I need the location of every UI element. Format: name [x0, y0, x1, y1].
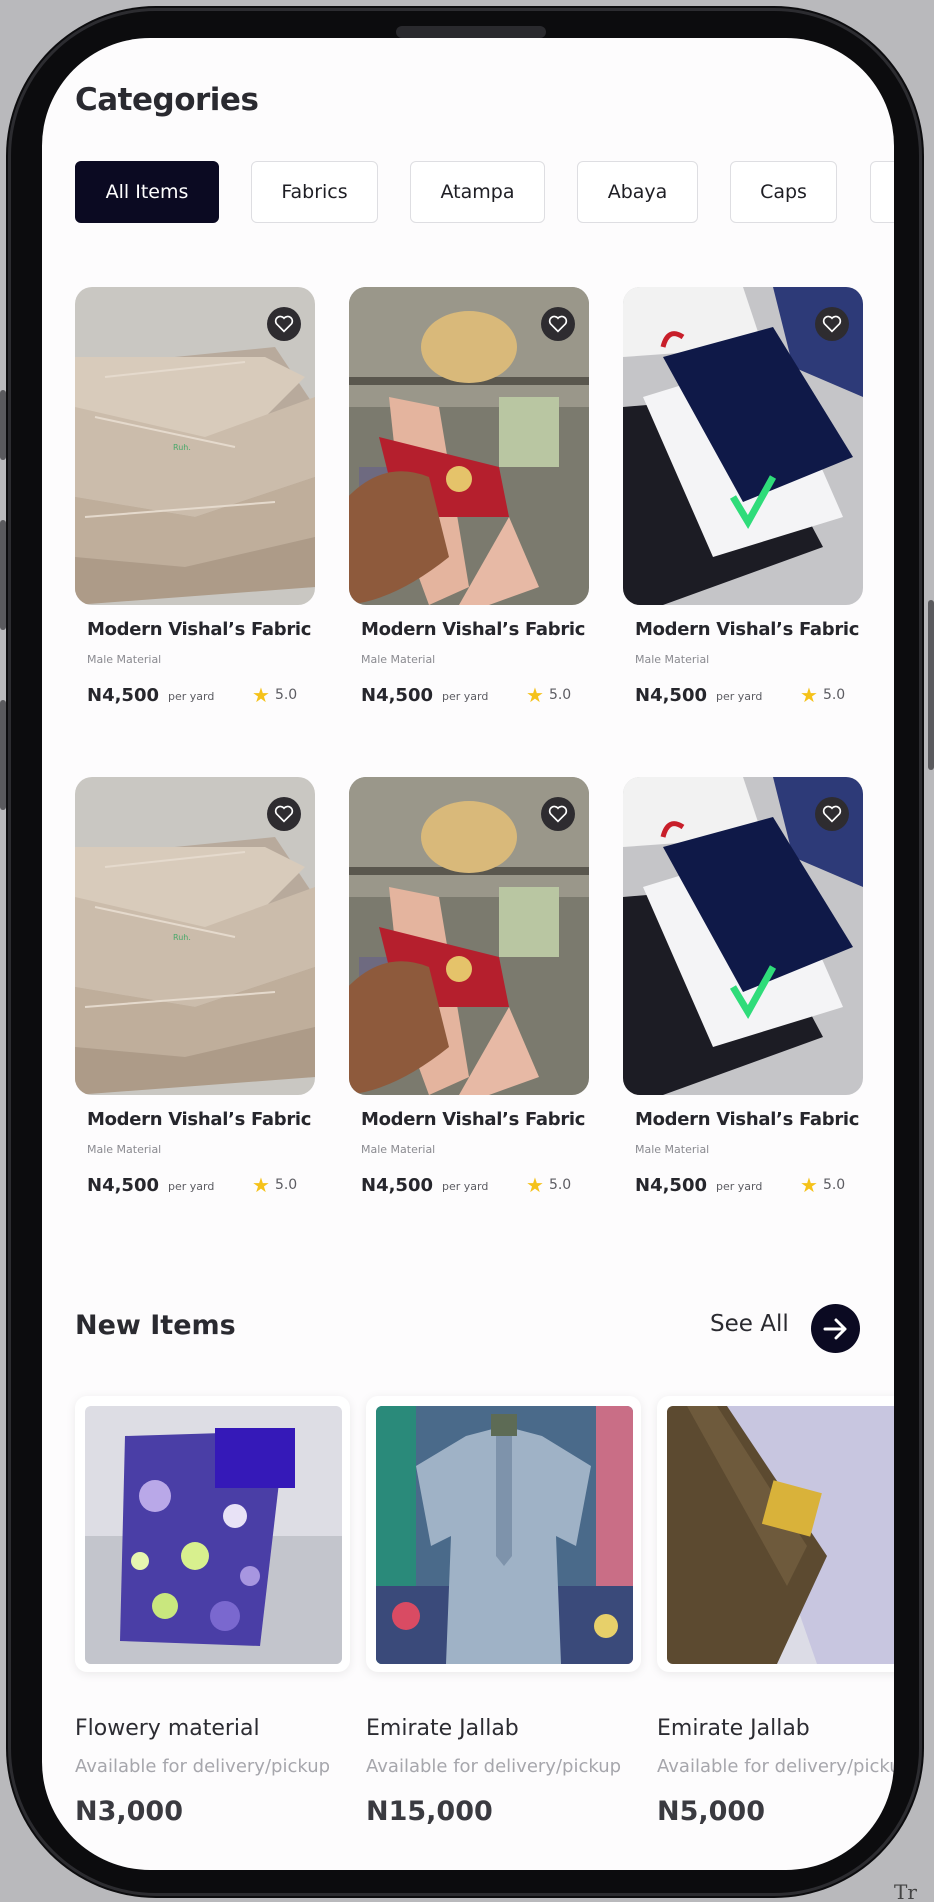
corner-text: Tr	[894, 1880, 917, 1902]
speaker-grille	[396, 26, 546, 38]
product-card[interactable]: Ruh. Modern Vishal’s Fabric Male Materia…	[75, 287, 315, 727]
new-item-name: Flowery material	[75, 1716, 260, 1741]
price-unit: per yard	[442, 690, 489, 703]
star-icon: ★	[800, 683, 818, 707]
svg-text:Ruh.: Ruh.	[173, 933, 191, 942]
product-rating: ★ 5.0	[252, 1175, 297, 1195]
price-unit: per yard	[442, 1180, 489, 1193]
product-name: Modern Vishal’s Fabric	[361, 619, 586, 640]
product-price: N4,500	[361, 1175, 433, 1196]
product-subtitle: Male Material	[87, 1143, 162, 1156]
favorite-button[interactable]	[267, 307, 301, 341]
price-unit: per yard	[716, 690, 763, 703]
svg-text:Ruh.: Ruh.	[173, 443, 191, 452]
product-card[interactable]: Modern Vishal’s Fabric Male Material N4,…	[623, 287, 863, 727]
star-icon: ★	[526, 1173, 544, 1197]
favorite-button[interactable]	[267, 797, 301, 831]
category-tabs: All Items Fabrics Atampa Abaya Caps	[75, 161, 894, 223]
favorite-button[interactable]	[541, 307, 575, 341]
new-item-image-frame	[366, 1396, 641, 1672]
product-card[interactable]: Modern Vishal’s Fabric Male Material N4,…	[349, 287, 589, 727]
side-button	[0, 520, 6, 630]
new-item-card[interactable]: Emirate Jallab Available for delivery/pi…	[657, 1396, 894, 1827]
product-price: N4,500	[87, 1175, 159, 1196]
product-price: N4,500	[635, 685, 707, 706]
star-icon: ★	[800, 1173, 818, 1197]
side-button	[0, 390, 6, 460]
product-subtitle: Male Material	[635, 1143, 710, 1156]
new-item-image-brown-fabric	[667, 1406, 894, 1664]
product-subtitle: Male Material	[635, 653, 710, 666]
favorite-button[interactable]	[815, 797, 849, 831]
page-title: Categories	[75, 82, 259, 118]
side-button	[0, 700, 6, 810]
product-subtitle: Male Material	[361, 653, 436, 666]
new-item-availability: Available for delivery/pickup	[657, 1756, 894, 1777]
star-icon: ★	[252, 683, 270, 707]
arrow-right-icon	[823, 1318, 846, 1339]
product-card[interactable]: Modern Vishal’s Fabric Male Material N4,…	[623, 777, 863, 1217]
new-item-card[interactable]: Flowery material Available for delivery/…	[75, 1396, 350, 1827]
new-item-price: N3,000	[75, 1796, 183, 1827]
star-icon: ★	[526, 683, 544, 707]
section-title-new-items: New Items	[75, 1310, 236, 1341]
new-item-name: Emirate Jallab	[366, 1716, 519, 1741]
new-item-price: N5,000	[657, 1796, 765, 1827]
category-chip-all-items[interactable]: All Items	[75, 161, 219, 223]
product-card[interactable]: Ruh. Modern Vishal’s Fabric Male Materia…	[75, 777, 315, 1217]
new-item-price: N15,000	[366, 1796, 493, 1827]
new-item-image-floral-fabric	[85, 1406, 342, 1664]
rating-value: 5.0	[274, 687, 298, 703]
rating-value: 5.0	[274, 1177, 298, 1193]
new-item-card[interactable]: Emirate Jallab Available for delivery/pi…	[366, 1396, 641, 1827]
new-item-name: Emirate Jallab	[657, 1716, 810, 1741]
app-screen: Categories All Items Fabrics Atampa Abay…	[42, 38, 894, 1870]
product-name: Modern Vishal’s Fabric	[635, 1109, 860, 1130]
rating-value: 5.0	[822, 687, 846, 703]
product-price: N4,500	[635, 1175, 707, 1196]
new-item-image-jallab-robe	[376, 1406, 633, 1664]
rating-value: 5.0	[548, 687, 572, 703]
price-unit: per yard	[716, 1180, 763, 1193]
new-item-availability: Available for delivery/pickup	[75, 1756, 331, 1777]
product-subtitle: Male Material	[87, 653, 162, 666]
favorite-button[interactable]	[541, 797, 575, 831]
product-rating: ★ 5.0	[800, 1175, 845, 1195]
favorite-button[interactable]	[815, 307, 849, 341]
price-unit: per yard	[168, 690, 215, 703]
product-subtitle: Male Material	[361, 1143, 436, 1156]
new-item-image-frame	[657, 1396, 894, 1672]
new-item-image-frame	[75, 1396, 350, 1672]
category-chip-more[interactable]	[870, 161, 894, 223]
price-unit: per yard	[168, 1180, 215, 1193]
rating-value: 5.0	[548, 1177, 572, 1193]
category-chip-caps[interactable]: Caps	[730, 161, 837, 223]
product-price: N4,500	[361, 685, 433, 706]
see-all-link[interactable]: See All	[710, 1311, 789, 1337]
product-rating: ★ 5.0	[526, 685, 571, 705]
category-chip-abaya[interactable]: Abaya	[577, 161, 698, 223]
new-item-availability: Available for delivery/pickup	[366, 1756, 622, 1777]
star-icon: ★	[252, 1173, 270, 1197]
rating-value: 5.0	[822, 1177, 846, 1193]
product-card[interactable]: Modern Vishal’s Fabric Male Material N4,…	[349, 777, 589, 1217]
product-rating: ★ 5.0	[252, 685, 297, 705]
product-rating: ★ 5.0	[800, 685, 845, 705]
category-chip-fabrics[interactable]: Fabrics	[251, 161, 378, 223]
product-rating: ★ 5.0	[526, 1175, 571, 1195]
product-name: Modern Vishal’s Fabric	[87, 1109, 312, 1130]
product-name: Modern Vishal’s Fabric	[635, 619, 860, 640]
product-price: N4,500	[87, 685, 159, 706]
side-button	[928, 600, 934, 770]
product-name: Modern Vishal’s Fabric	[87, 619, 312, 640]
product-name: Modern Vishal’s Fabric	[361, 1109, 586, 1130]
category-chip-atampa[interactable]: Atampa	[410, 161, 545, 223]
see-all-arrow-button[interactable]	[811, 1304, 860, 1353]
